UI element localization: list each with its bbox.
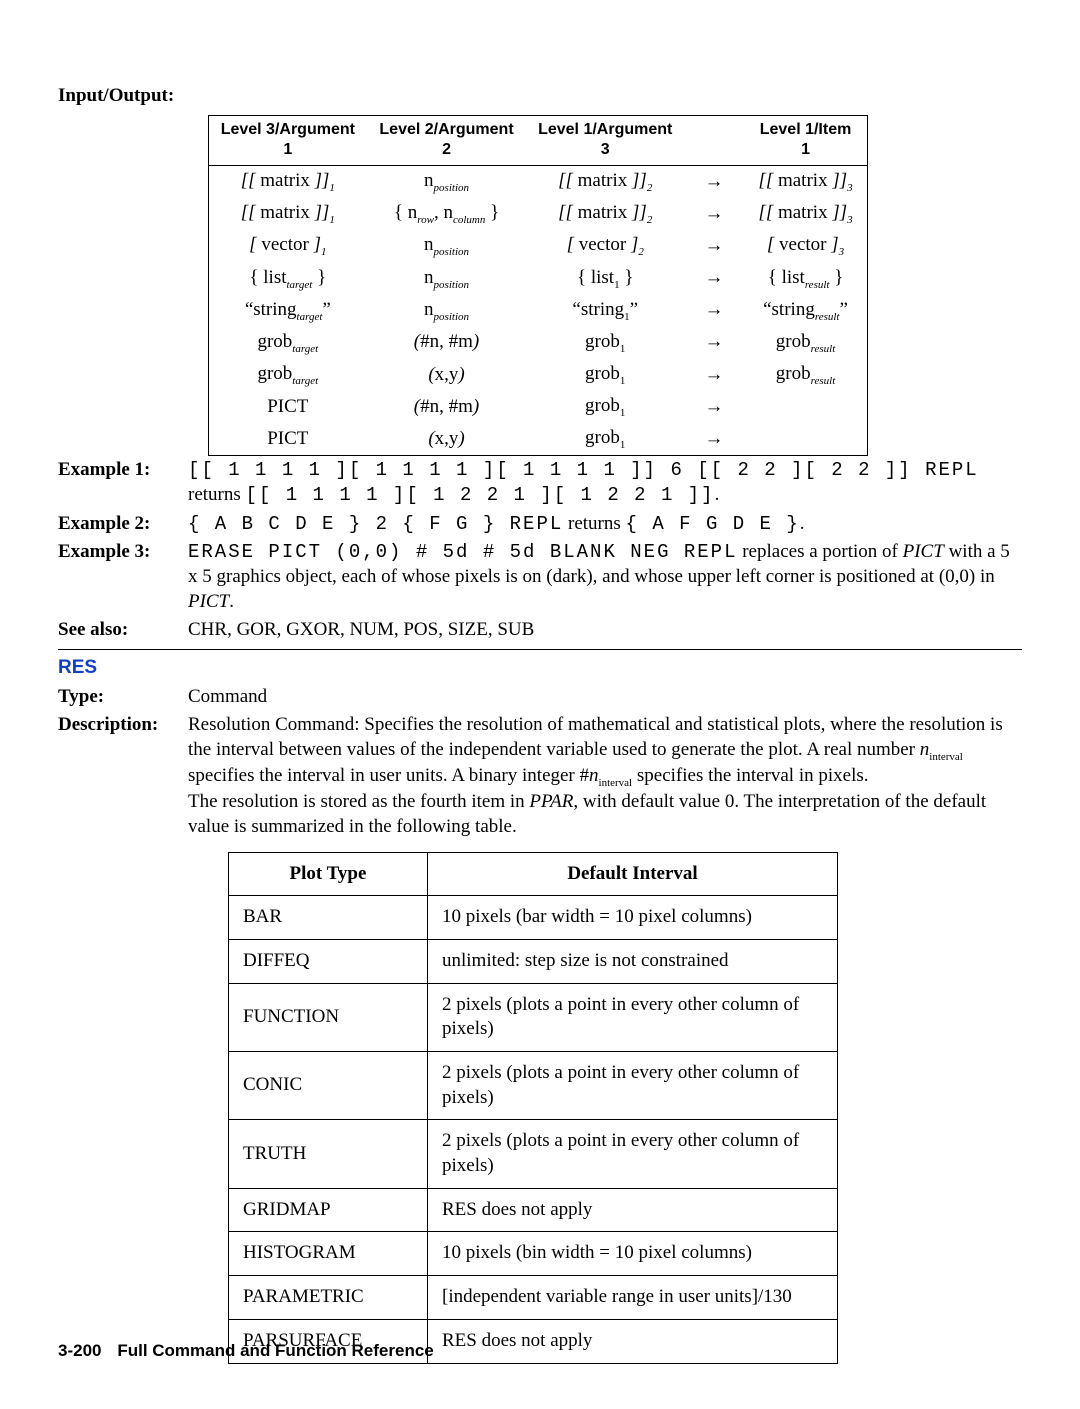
interval-cell: CONIC: [229, 1052, 428, 1120]
example3-body: ERASE PICT (0,0) # 5d # 5d BLANK NEG REP…: [188, 540, 1022, 614]
page: Input/Output: Level 3/Argument 1 Level 2…: [0, 0, 1080, 1409]
example2-label: Example 2:: [58, 512, 188, 537]
footer-title: Full Command and Function Reference: [117, 1341, 433, 1360]
io-th-arrow: [684, 115, 744, 166]
interval-cell: TRUTH: [229, 1120, 428, 1188]
interval-cell: RES does not apply: [428, 1319, 838, 1363]
res-desc-label: Description:: [58, 713, 188, 738]
res-heading: RES: [58, 656, 1022, 681]
interval-cell: 10 pixels (bar width = 10 pixel columns): [428, 896, 838, 940]
io-th-1: Level 3/Argument 1: [209, 115, 367, 166]
res-desc-body: Resolution Command: Specifies the resolu…: [188, 713, 1022, 839]
io-th-3: Level 1/Argument 3: [526, 115, 684, 166]
seealso-label: See also:: [58, 618, 188, 643]
interval-cell: 2 pixels (plots a point in every other c…: [428, 1052, 838, 1120]
io-th-4: Level 1/Item 1: [744, 115, 867, 166]
interval-cell: RES does not apply: [428, 1188, 838, 1232]
input-output-label: Input/Output:: [58, 84, 188, 109]
interval-cell: DIFFEQ: [229, 939, 428, 983]
interval-cell: PARAMETRIC: [229, 1276, 428, 1320]
interval-cell: FUNCTION: [229, 983, 428, 1051]
seealso-row: See also: CHR, GOR, GXOR, NUM, POS, SIZE…: [58, 618, 1022, 643]
example2-row: Example 2: { A B C D E } 2 { F G } REPL …: [58, 512, 1022, 537]
page-number: 3-200: [58, 1341, 101, 1360]
example3-code: ERASE PICT (0,0) # 5d # 5d BLANK NEG REP…: [188, 541, 737, 563]
interval-cell: GRIDMAP: [229, 1188, 428, 1232]
interval-cell: 2 pixels (plots a point in every other c…: [428, 983, 838, 1051]
res-type-row: Type: Command: [58, 685, 1022, 710]
res-type-value: Command: [188, 685, 1022, 710]
page-footer: 3-200 Full Command and Function Referenc…: [58, 1339, 434, 1364]
interval-cell: 10 pixels (bin width = 10 pixel columns): [428, 1232, 838, 1276]
res-desc-row: Description: Resolution Command: Specifi…: [58, 713, 1022, 839]
input-output-row: Input/Output:: [58, 84, 1022, 109]
example3-row: Example 3: ERASE PICT (0,0) # 5d # 5d BL…: [58, 540, 1022, 614]
res-desc-p2: The resolution is stored as the fourth i…: [188, 791, 986, 837]
io-th-2: Level 2/Argument 2: [367, 115, 527, 166]
interval-cell: [independent variable range in user unit…: [428, 1276, 838, 1320]
example2-code2: { A F G D E }: [626, 513, 800, 535]
example1-label: Example 1:: [58, 458, 188, 483]
interval-cell: 2 pixels (plots a point in every other c…: [428, 1120, 838, 1188]
interval-cell: unlimited: step size is not constrained: [428, 939, 838, 983]
section-divider: [58, 649, 1022, 650]
interval-th-default: Default Interval: [428, 852, 838, 896]
example1-returns: returns: [188, 484, 246, 505]
seealso-text: CHR, GOR, GXOR, NUM, POS, SIZE, SUB: [188, 618, 1022, 643]
example1-code-line2: [[ 1 1 1 1 ][ 1 2 2 1 ][ 1 2 2 1 ]]: [246, 484, 715, 506]
example1-body: [[ 1 1 1 1 ][ 1 1 1 1 ][ 1 1 1 1 ]] 6 [[…: [188, 458, 1022, 507]
example2-body: { A B C D E } 2 { F G } REPL returns { A…: [188, 512, 1022, 537]
res-desc-p1: Resolution Command: Specifies the resolu…: [188, 714, 1003, 786]
example3-label: Example 3:: [58, 540, 188, 565]
io-table: Level 3/Argument 1 Level 2/Argument 2 Le…: [208, 115, 868, 456]
example2-code1: { A B C D E } 2 { F G } REPL: [188, 513, 563, 535]
res-type-label: Type:: [58, 685, 188, 710]
interval-cell: BAR: [229, 896, 428, 940]
interval-th-plottype: Plot Type: [229, 852, 428, 896]
interval-table: Plot Type Default Interval BAR10 pixels …: [228, 852, 838, 1364]
interval-cell: HISTOGRAM: [229, 1232, 428, 1276]
example1-code-line1: [[ 1 1 1 1 ][ 1 1 1 1 ][ 1 1 1 1 ]] 6 [[…: [188, 459, 979, 481]
example1-row: Example 1: [[ 1 1 1 1 ][ 1 1 1 1 ][ 1 1 …: [58, 458, 1022, 507]
